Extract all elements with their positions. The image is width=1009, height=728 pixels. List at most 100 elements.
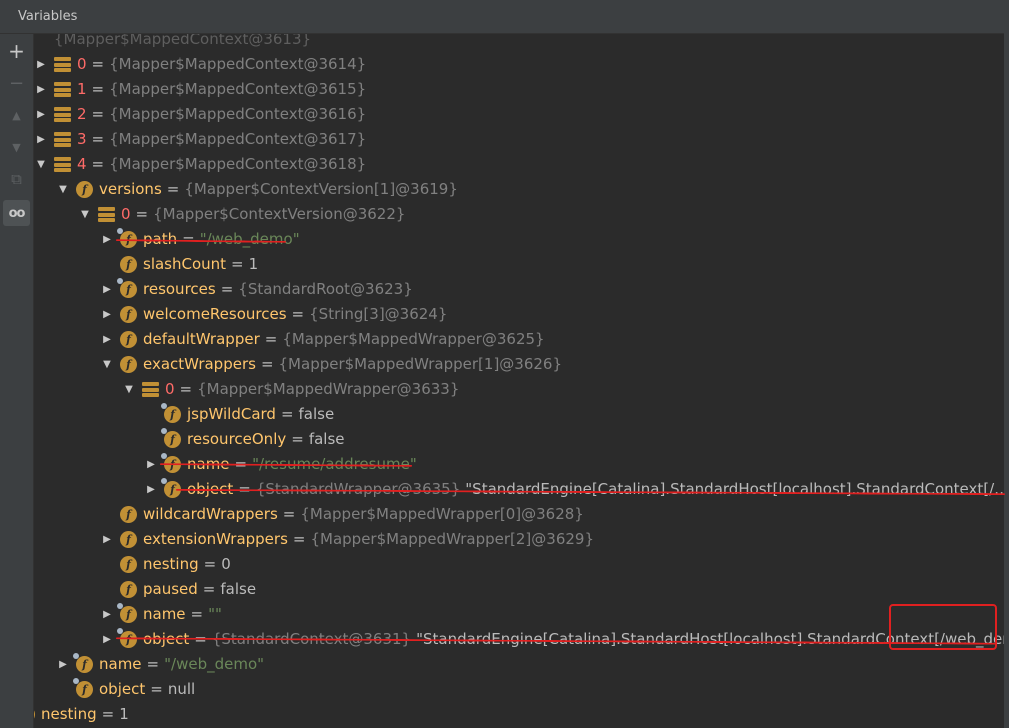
expand-arrow-icon[interactable]: ▶	[100, 602, 114, 627]
variable-name: wildcardWrappers	[143, 505, 278, 523]
variable-name: resourceOnly	[187, 430, 287, 448]
tree-row[interactable]: f paused = false	[100, 577, 256, 602]
tree-row[interactable]: ▶ 3 = {Mapper$MappedContext@3617}	[34, 127, 366, 152]
primitive-value: false	[308, 430, 345, 448]
expand-arrow-icon[interactable]: ▶	[100, 327, 114, 352]
tree-row[interactable]: ▶ 0 = {Mapper$MappedContext@3614}	[34, 52, 366, 77]
tree-row[interactable]: ▼ f versions = {Mapper$ContextVersion[1]@361…	[56, 177, 458, 202]
field-icon: f	[73, 678, 93, 698]
variable-name: versions	[99, 180, 162, 198]
expand-arrow-icon[interactable]: ▶	[100, 302, 114, 327]
tree-row[interactable]: ▼ f exactWrappers = {Mapper$MappedWrapper[1]…	[100, 352, 562, 377]
equals-sign: =	[179, 380, 193, 398]
array-element-icon	[54, 156, 71, 173]
collapse-arrow-icon[interactable]: ▼	[122, 377, 136, 402]
tree-row[interactable]: f wildcardWrappers = {Mapper$MappedWrapper[…	[100, 502, 584, 527]
tree-row[interactable]: ▶ f name = ""	[100, 602, 222, 627]
field-icon: f	[120, 256, 137, 273]
expand-arrow-icon[interactable]: ▶	[100, 527, 114, 552]
equals-sign: =	[203, 555, 217, 573]
variable-name: extensionWrappers	[143, 530, 288, 548]
remove-icon[interactable]: −	[3, 70, 30, 96]
move-up-icon[interactable]: ▲	[3, 102, 30, 128]
field-icon: f	[120, 556, 137, 573]
value-type: {String[3]@3624}	[309, 305, 448, 323]
equals-sign: =	[282, 505, 296, 523]
tree-row[interactable]: ▶ f name = "/web_demo"	[56, 652, 264, 677]
tree-row[interactable]: ▶ 1 = {Mapper$MappedContext@3615}	[34, 77, 366, 102]
expand-arrow-icon[interactable]: ▶	[100, 627, 114, 652]
collapse-arrow-icon[interactable]: ▼	[78, 202, 92, 227]
tree-row[interactable]: f resourceOnly = false	[144, 427, 345, 452]
variable-name: nesting	[41, 705, 97, 723]
variable-name: 2	[77, 105, 87, 123]
variable-name: name	[143, 605, 186, 623]
value-type: {Mapper$MappedContext@3616}	[109, 105, 367, 123]
variable-name: paused	[143, 580, 198, 598]
variable-name: 0	[77, 55, 87, 73]
variable-name: resources	[143, 280, 216, 298]
tree-row[interactable]: {Mapper$MappedContext@3613}	[34, 34, 311, 52]
equals-sign: =	[150, 680, 163, 698]
collapse-arrow-icon[interactable]: ▼	[56, 177, 70, 202]
field-icon: f	[117, 278, 137, 298]
expand-arrow-icon[interactable]: ▶	[34, 102, 48, 127]
tree-row[interactable]: ▼ 0 = {Mapper$ContextVersion@3622}	[78, 202, 405, 227]
expand-arrow-icon[interactable]: ▶	[144, 452, 158, 477]
variable-name: 1	[77, 80, 87, 98]
expand-arrow-icon[interactable]: ▶	[100, 227, 114, 252]
expand-arrow-icon[interactable]: ▶	[34, 52, 48, 77]
tree-row[interactable]: ▶ 2 = {Mapper$MappedContext@3616}	[34, 102, 366, 127]
equals-sign: =	[101, 705, 115, 723]
primitive-value: 0	[221, 555, 231, 573]
tostring-value: "StandardEngine[Catalina].StandardHost[l…	[465, 480, 1004, 498]
equals-sign: =	[166, 180, 180, 198]
tree-row[interactable]: f jspWildCard = false	[144, 402, 334, 427]
value-type: {Mapper$MappedWrapper@3633}	[197, 380, 460, 398]
tree-row[interactable]: ▶ f welcomeResources = {String[3]@3624}	[100, 302, 447, 327]
tree-row[interactable]: f nesting=1	[34, 702, 129, 727]
add-icon[interactable]: +	[3, 38, 30, 64]
collapse-arrow-icon[interactable]: ▼	[34, 152, 48, 177]
tree-row[interactable]: ▶ f resources = {StandardRoot@3623}	[100, 277, 413, 302]
expand-arrow-icon[interactable]: ▶	[56, 652, 70, 677]
equals-sign: =	[231, 255, 244, 273]
variable-name: welcomeResources	[143, 305, 287, 323]
tree-row[interactable]: ▼ 4 = {Mapper$MappedContext@3618}	[34, 152, 366, 177]
tree-row[interactable]: ▼ 0 = {Mapper$MappedWrapper@3633}	[122, 377, 459, 402]
variable-name: 0	[121, 205, 131, 223]
variable-name: slashCount	[143, 255, 227, 273]
right-edge	[1004, 0, 1009, 728]
tree-row[interactable]: f nesting = 0	[100, 552, 231, 577]
equals-sign: =	[91, 55, 105, 73]
expand-arrow-icon[interactable]: ▶	[34, 77, 48, 102]
expand-arrow-icon[interactable]: ▶	[100, 277, 114, 302]
primitive-value: 1	[119, 705, 129, 723]
move-down-icon[interactable]: ▼	[3, 134, 30, 160]
value-type: {Mapper$ContextVersion@3622}	[153, 205, 406, 223]
value-type: {Mapper$ContextVersion[1]@3619}	[184, 180, 458, 198]
expand-arrow-icon[interactable]: ▶	[34, 127, 48, 152]
variable-name: nesting	[143, 555, 199, 573]
expand-arrow-icon[interactable]: ▶	[144, 477, 158, 502]
array-element-icon	[54, 81, 71, 98]
tree-row[interactable]: f slashCount = 1	[100, 252, 258, 277]
copy-icon[interactable]: ⧉	[3, 166, 30, 192]
equals-sign: =	[291, 430, 304, 448]
variable-name: name	[99, 655, 142, 673]
value-type: {StandardRoot@3623}	[238, 280, 413, 298]
tree-row[interactable]: ▶ f defaultWrapper = {Mapper$MappedWrapper@3…	[100, 327, 545, 352]
watches-icon[interactable]: oo	[3, 200, 30, 226]
equals-sign: =	[91, 130, 105, 148]
variable-name: 4	[77, 155, 87, 173]
field-icon: f	[120, 506, 137, 523]
field-icon: f	[120, 531, 137, 548]
tree-row[interactable]: ▶ f extensionWrappers = {Mapper$MappedWrappe…	[100, 527, 594, 552]
primitive-value: 1	[248, 255, 259, 273]
array-element-icon	[54, 56, 71, 73]
tree-row[interactable]: f object = null	[56, 677, 195, 702]
variable-name: jspWildCard	[187, 405, 276, 423]
collapse-arrow-icon[interactable]: ▼	[100, 352, 114, 377]
equals-sign: =	[146, 655, 160, 673]
field-icon: f	[120, 306, 137, 323]
